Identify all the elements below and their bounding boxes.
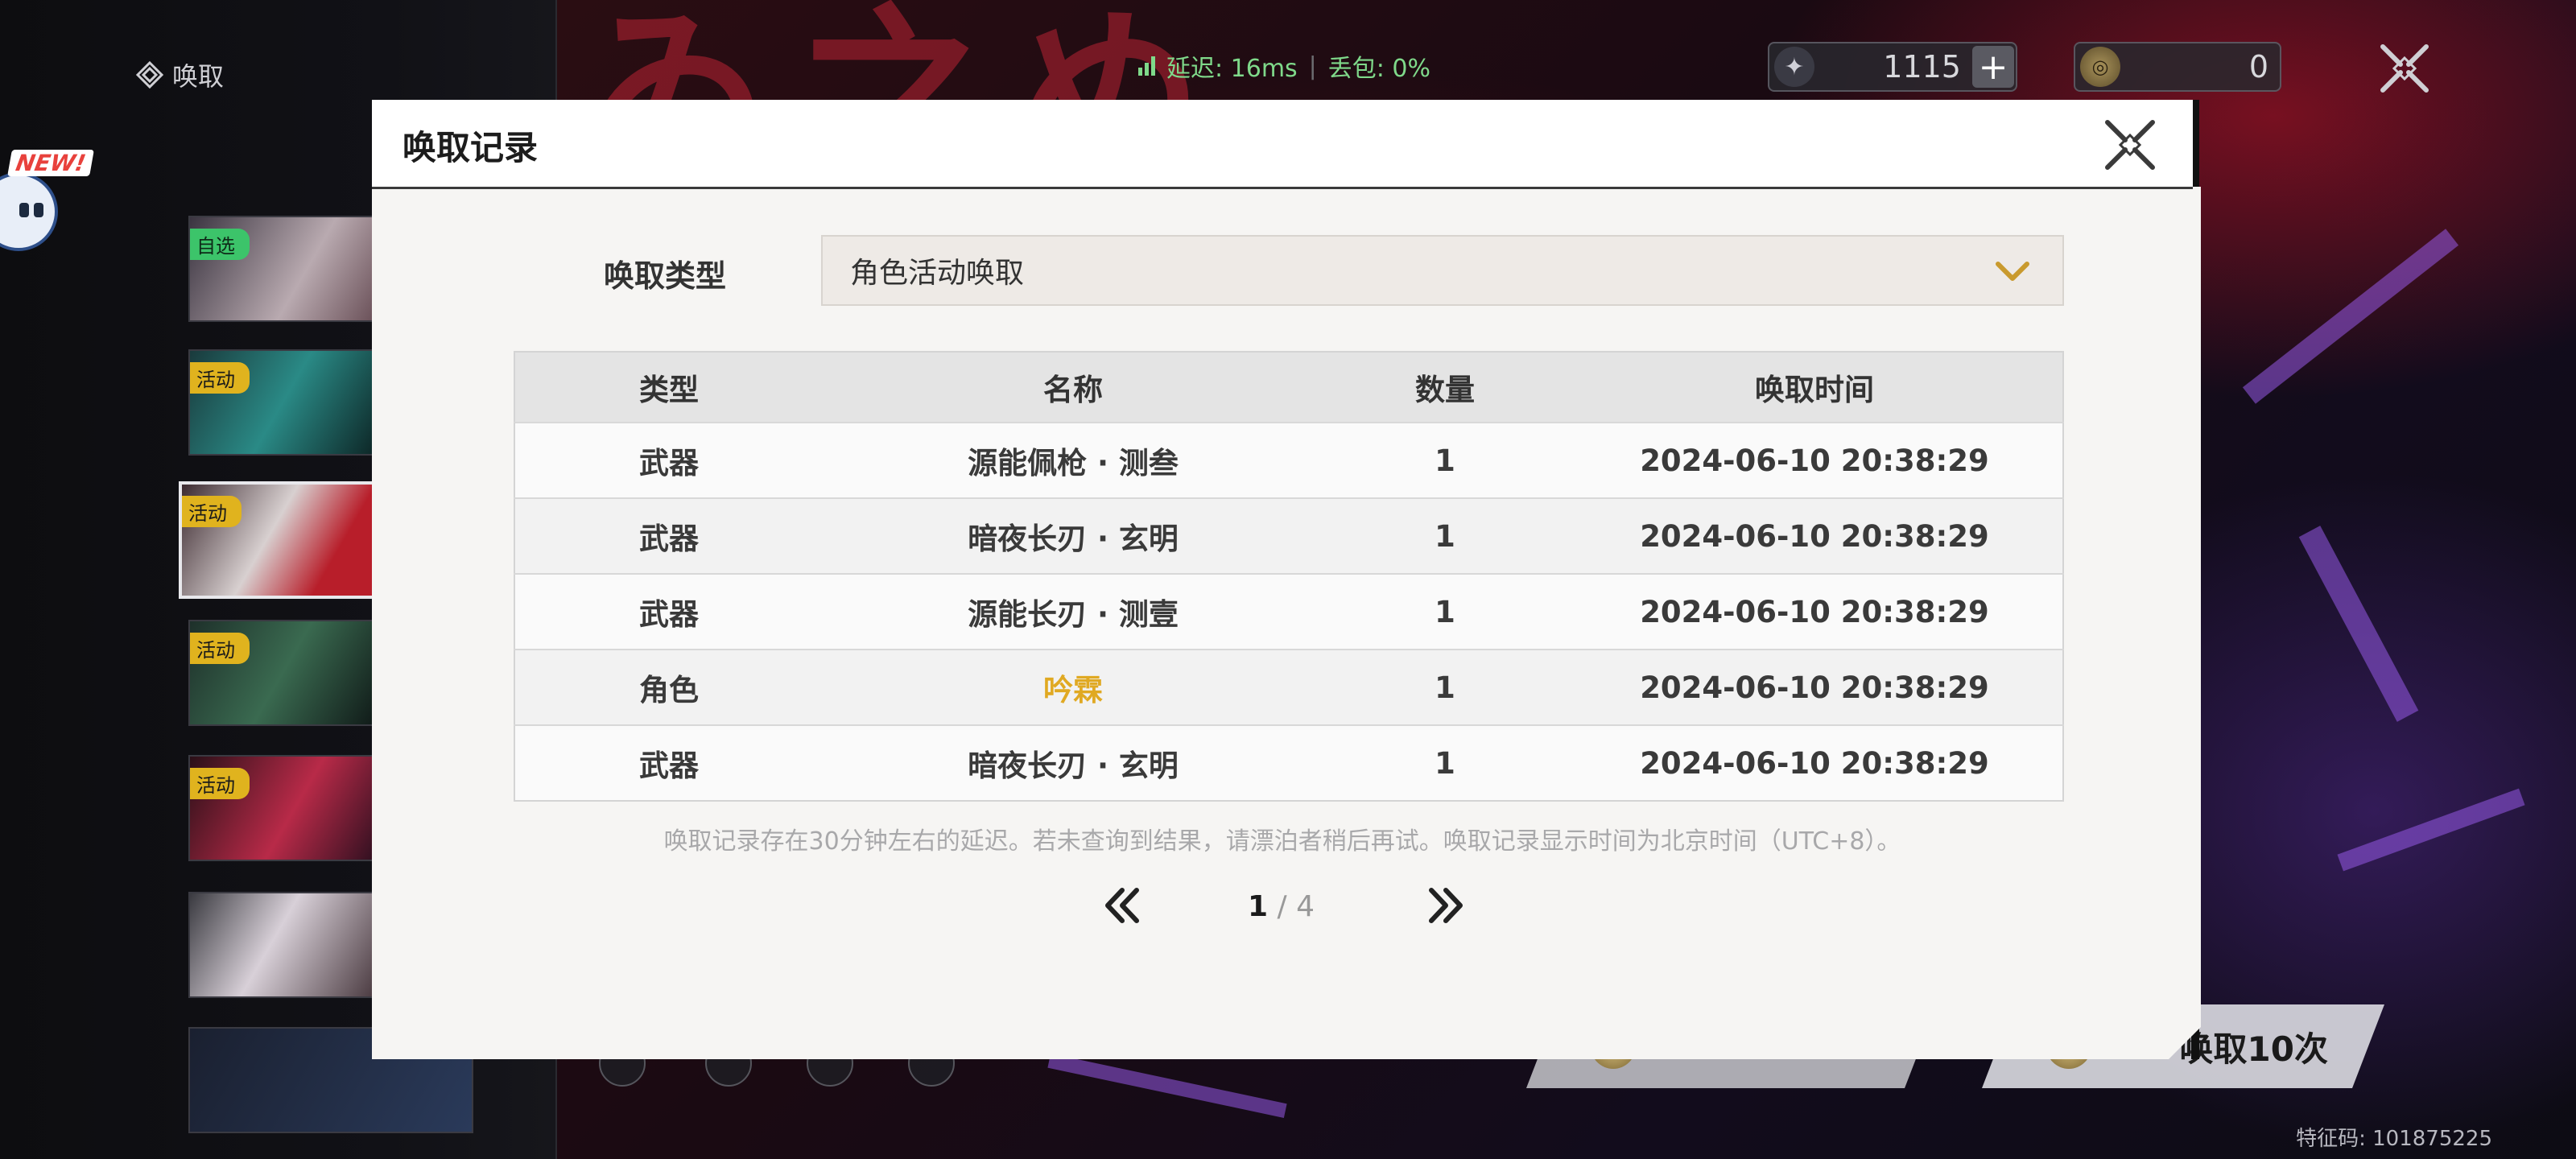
close-dialog-icon[interactable] <box>2101 116 2159 174</box>
history-table: 类型 名称 数量 唤取时间 武器 源能佩枪 · 测叁 1 2024-06-10 … <box>514 351 2064 802</box>
table-row: 武器 源能长刃 · 测壹 1 2024-06-10 20:38:29 <box>514 573 2063 650</box>
network-status: 延迟: 16ms | 丢包: 0% <box>1138 48 1430 84</box>
chevron-down-icon <box>1996 262 2029 281</box>
banner-tag: 自选 <box>190 229 250 260</box>
current-page: 1 <box>1248 890 1269 923</box>
convene-type-value: 角色活动唤取 <box>850 257 1025 290</box>
table-row: 武器 暗夜长刃 · 玄明 1 2024-06-10 20:38:29 <box>514 724 2063 801</box>
lustrous-currency: ◎ 0 <box>2074 42 2281 92</box>
chevron-double-left-icon[interactable] <box>1100 885 1145 926</box>
banner-thumb-6[interactable] <box>188 892 377 998</box>
banner-tag: 活动 <box>182 496 242 527</box>
banner-tag: 活动 <box>190 362 250 394</box>
screen-title: 唤取 <box>135 56 224 93</box>
column-header-name: 名称 <box>1043 373 1103 407</box>
row-quantity: 1 <box>1323 422 1567 498</box>
tide-currency: ✦ 1115 + <box>1768 42 2017 92</box>
table-row: 角色 吟霖 1 2024-06-10 20:38:29 <box>514 649 2063 725</box>
lustrous-amount: 0 <box>2248 49 2268 85</box>
convene-history-dialog: 唤取记录 唤取类型 角色活动唤取 类型 名称 数量 唤取时间 武器 源能佩枪 ·… <box>372 100 2201 1059</box>
delay-notice: 唤取记录存在30分钟左右的延迟。若未查询到结果，请漂泊者稍后再试。唤取记录显示时… <box>663 827 1901 856</box>
column-header-type: 类型 <box>639 373 699 407</box>
pull-ten-label: 唤取10次 <box>2179 1029 2328 1069</box>
banner-tag: 活动 <box>190 633 250 664</box>
add-currency-button[interactable]: + <box>1972 46 2014 88</box>
new-label: NEW! <box>7 150 95 176</box>
dialog-title: 唤取记录 <box>402 128 539 167</box>
banner-thumb-5[interactable]: 活动 <box>188 755 377 861</box>
signature-code: 特征码: 101875225 <box>2296 1127 2492 1151</box>
row-quantity: 1 <box>1323 649 1567 725</box>
banner-thumb-4[interactable]: 活动 <box>188 620 377 726</box>
row-name: 源能长刃 · 测壹 <box>823 573 1323 650</box>
close-icon[interactable] <box>2376 40 2433 97</box>
table-row: 武器 源能佩枪 · 测叁 1 2024-06-10 20:38:29 <box>514 422 2063 498</box>
row-type: 武器 <box>514 724 823 801</box>
table-header-row: 类型 名称 数量 唤取时间 <box>514 352 2063 423</box>
dialog-header: 唤取记录 <box>372 100 2193 189</box>
row-time: 2024-06-10 20:38:29 <box>1567 573 2063 650</box>
convene-icon <box>135 60 164 89</box>
banner-thumb-1[interactable]: 自选 <box>188 216 377 322</box>
pagination: 1 / 4 <box>372 879 2193 935</box>
row-time: 2024-06-10 20:38:29 <box>1567 724 2063 801</box>
row-time: 2024-06-10 20:38:29 <box>1567 422 2063 498</box>
packet-loss-text: 丢包: 0% <box>1327 55 1431 83</box>
row-name: 源能佩枪 · 测叁 <box>823 422 1323 498</box>
page-indicator: 1 / 4 <box>1248 890 1315 923</box>
row-name: 暗夜长刃 · 玄明 <box>823 497 1323 574</box>
row-quantity: 1 <box>1323 724 1567 801</box>
screen-title-text: 唤取 <box>172 61 225 92</box>
row-quantity: 1 <box>1323 573 1567 650</box>
banner-tag: 活动 <box>190 768 250 799</box>
latency-text: 延迟: 16ms <box>1166 55 1298 83</box>
row-quantity: 1 <box>1323 497 1567 574</box>
row-type: 武器 <box>514 422 823 498</box>
tide-icon: ✦ <box>1774 47 1814 87</box>
separator: | <box>1308 52 1317 80</box>
row-type: 武器 <box>514 573 823 650</box>
total-pages: / 4 <box>1268 890 1315 923</box>
tide-amount: 1115 <box>1883 49 1961 85</box>
row-time: 2024-06-10 20:38:29 <box>1567 649 2063 725</box>
column-header-quantity: 数量 <box>1415 373 1475 407</box>
table-row: 武器 暗夜长刃 · 玄明 1 2024-06-10 20:38:29 <box>514 497 2063 574</box>
row-type: 角色 <box>514 649 823 725</box>
row-name-highlight: 吟霖 <box>823 649 1323 725</box>
banner-thumb-3-selected[interactable]: 活动 <box>179 481 380 599</box>
signal-icon <box>1138 56 1155 76</box>
row-name: 暗夜长刃 · 玄明 <box>823 724 1323 801</box>
column-header-time: 唤取时间 <box>1755 373 1874 407</box>
row-time: 2024-06-10 20:38:29 <box>1567 497 2063 574</box>
convene-type-select[interactable]: 角色活动唤取 <box>821 235 2064 306</box>
coin-icon: ◎ <box>2080 47 2120 87</box>
mascot-icon <box>0 172 58 251</box>
banner-thumb-2[interactable]: 活动 <box>188 349 377 456</box>
convene-type-label: 唤取类型 <box>604 258 727 294</box>
chevron-double-right-icon[interactable] <box>1423 885 1468 926</box>
row-type: 武器 <box>514 497 823 574</box>
